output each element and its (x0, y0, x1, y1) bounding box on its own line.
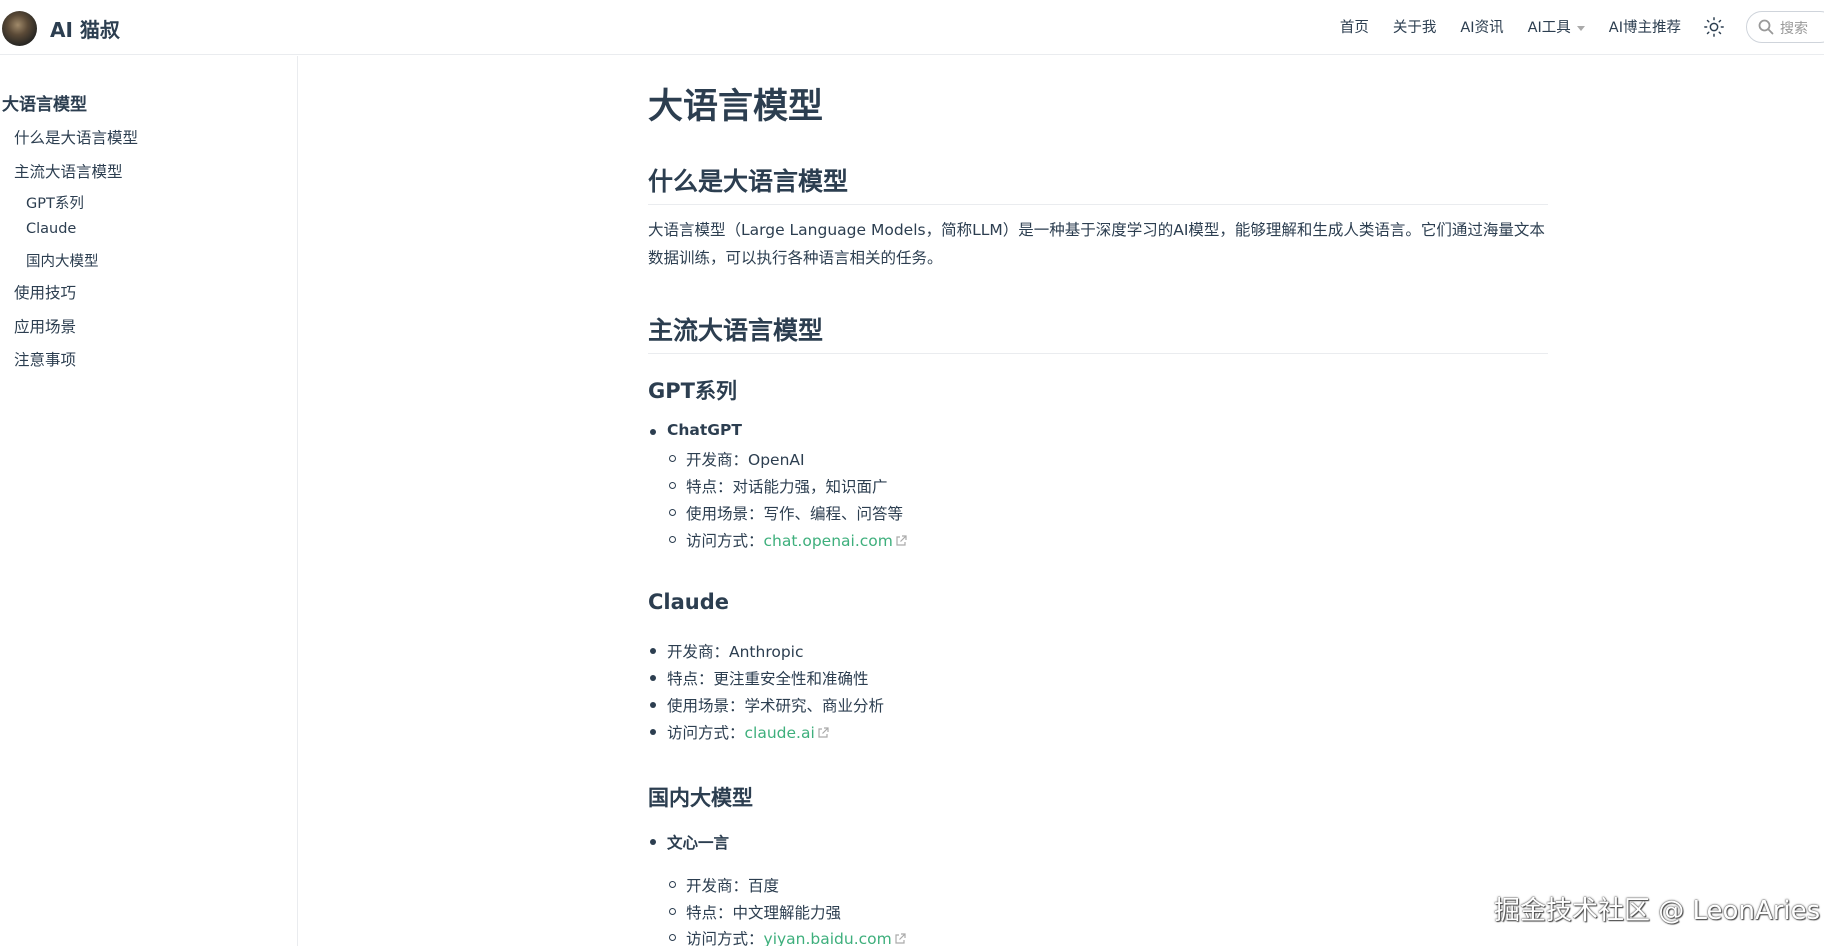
search-icon (1758, 19, 1774, 35)
list-item: 使用场景：写作、编程、问答等 (669, 502, 904, 524)
nav-links: 首页 关于我 AI资讯 AI工具 AI博主推荐 (1316, 16, 1681, 37)
heading-claude: Claude (648, 590, 730, 614)
bullet-icon (669, 881, 676, 888)
list-item: 特点：更注重安全性和准确性 (650, 667, 869, 689)
nav-ai-news[interactable]: AI资讯 (1460, 16, 1503, 37)
list-item: 使用场景：学术研究、商业分析 (650, 694, 885, 716)
sidebar-item-notes[interactable]: 注意事项 (14, 348, 76, 370)
navbar: AI 猫叔 首页 关于我 AI资讯 AI工具 AI博主推荐 搜索 (0, 0, 1824, 55)
claude-access-label: 访问方式： (667, 724, 745, 742)
site-title[interactable]: AI 猫叔 (50, 14, 120, 43)
link-text: claude.ai (744, 724, 815, 742)
heading-what-is-llm: 什么是大语言模型 (648, 162, 1548, 205)
search-input[interactable]: 搜索 (1746, 11, 1824, 43)
bullet-icon (650, 729, 656, 735)
link-chat-openai[interactable]: chat.openai.com (764, 532, 907, 550)
item-wenxin: 文心一言 (667, 834, 730, 852)
list-item: 文心一言 (650, 831, 730, 853)
list-item: ChatGPT (650, 421, 742, 439)
list-item: 访问方式：yiyan.baidu.com (669, 927, 906, 946)
bullet-icon (669, 509, 676, 516)
sidebar-item-gpt[interactable]: GPT系列 (26, 192, 84, 213)
external-link-icon (818, 727, 829, 738)
sidebar: 大语言模型 什么是大语言模型 主流大语言模型 GPT系列 Claude 国内大模… (0, 56, 298, 946)
page-title: 大语言模型 (648, 87, 824, 127)
link-yiyan-baidu[interactable]: yiyan.baidu.com (764, 930, 906, 946)
bullet-icon (669, 536, 676, 543)
bullet-icon (650, 648, 656, 654)
bullet-icon (669, 455, 676, 462)
bullet-icon (669, 934, 676, 941)
claude-developer: 开发商：Anthropic (667, 643, 804, 661)
site-logo-avatar[interactable] (2, 11, 37, 46)
heading-domestic-llm: 国内大模型 (648, 786, 753, 810)
bullet-icon (650, 702, 656, 708)
domestic-features: 特点：中文理解能力强 (686, 904, 842, 922)
list-item: 特点：对话能力强，知识面广 (669, 475, 888, 497)
domestic-developer: 开发商：百度 (686, 877, 780, 895)
item-chatgpt: ChatGPT (667, 421, 742, 439)
claude-features: 特点：更注重安全性和准确性 (667, 670, 869, 688)
bullet-icon (650, 675, 656, 681)
paragraph-what-is-llm: 大语言模型（Large Language Models，简称LLM）是一种基于深… (648, 221, 1545, 267)
sidebar-item-what-is-llm[interactable]: 什么是大语言模型 (14, 126, 138, 148)
claude-scenarios: 使用场景：学术研究、商业分析 (667, 697, 885, 715)
sun-icon (1704, 17, 1724, 37)
list-item: 开发商：百度 (669, 874, 780, 896)
bullet-icon (650, 429, 656, 435)
bullet-icon (669, 908, 676, 915)
sidebar-item-mainstream-llm[interactable]: 主流大语言模型 (14, 160, 123, 182)
list-item: 特点：中文理解能力强 (669, 901, 842, 923)
link-text: yiyan.baidu.com (763, 930, 892, 946)
search-placeholder: 搜索 (1780, 21, 1808, 37)
external-link-icon (895, 933, 906, 944)
gpt-scenarios: 使用场景：写作、编程、问答等 (686, 505, 904, 523)
link-claude-ai[interactable]: claude.ai (745, 724, 829, 742)
sidebar-item-usage-tips[interactable]: 使用技巧 (14, 281, 76, 303)
domestic-access-label: 访问方式： (686, 930, 764, 946)
watermark: 掘金技术社区 @ LeonAries (1494, 896, 1821, 926)
gpt-access-label: 访问方式： (686, 532, 764, 550)
nav-about[interactable]: 关于我 (1393, 16, 1437, 37)
list-item: 开发商：OpenAI (669, 448, 805, 470)
gpt-developer: 开发商：OpenAI (686, 451, 805, 469)
sidebar-item-claude[interactable]: Claude (26, 221, 76, 237)
nav-ai-tools-dropdown[interactable]: AI工具 (1528, 16, 1585, 37)
external-link-icon (896, 535, 907, 546)
heading-gpt: GPT系列 (648, 379, 737, 403)
list-item: 访问方式：claude.ai (650, 721, 829, 743)
nav-ai-tools-label: AI工具 (1527, 20, 1571, 36)
link-text: chat.openai.com (763, 532, 893, 550)
list-item: 访问方式：chat.openai.com (669, 529, 907, 551)
heading-mainstream-llm: 主流大语言模型 (648, 311, 1548, 354)
nav-home[interactable]: 首页 (1340, 16, 1369, 37)
theme-toggle-button[interactable] (1703, 16, 1725, 38)
chevron-down-icon (1576, 25, 1585, 31)
nav-blogger-recommend[interactable]: AI博主推荐 (1609, 16, 1681, 37)
gpt-features: 特点：对话能力强，知识面广 (686, 478, 888, 496)
sidebar-heading[interactable]: 大语言模型 (2, 90, 87, 115)
list-item: 开发商：Anthropic (650, 640, 804, 662)
bullet-icon (650, 839, 656, 845)
bullet-icon (669, 482, 676, 489)
sidebar-item-domestic-llm[interactable]: 国内大模型 (26, 250, 99, 271)
sidebar-item-use-cases[interactable]: 应用场景 (14, 315, 76, 337)
